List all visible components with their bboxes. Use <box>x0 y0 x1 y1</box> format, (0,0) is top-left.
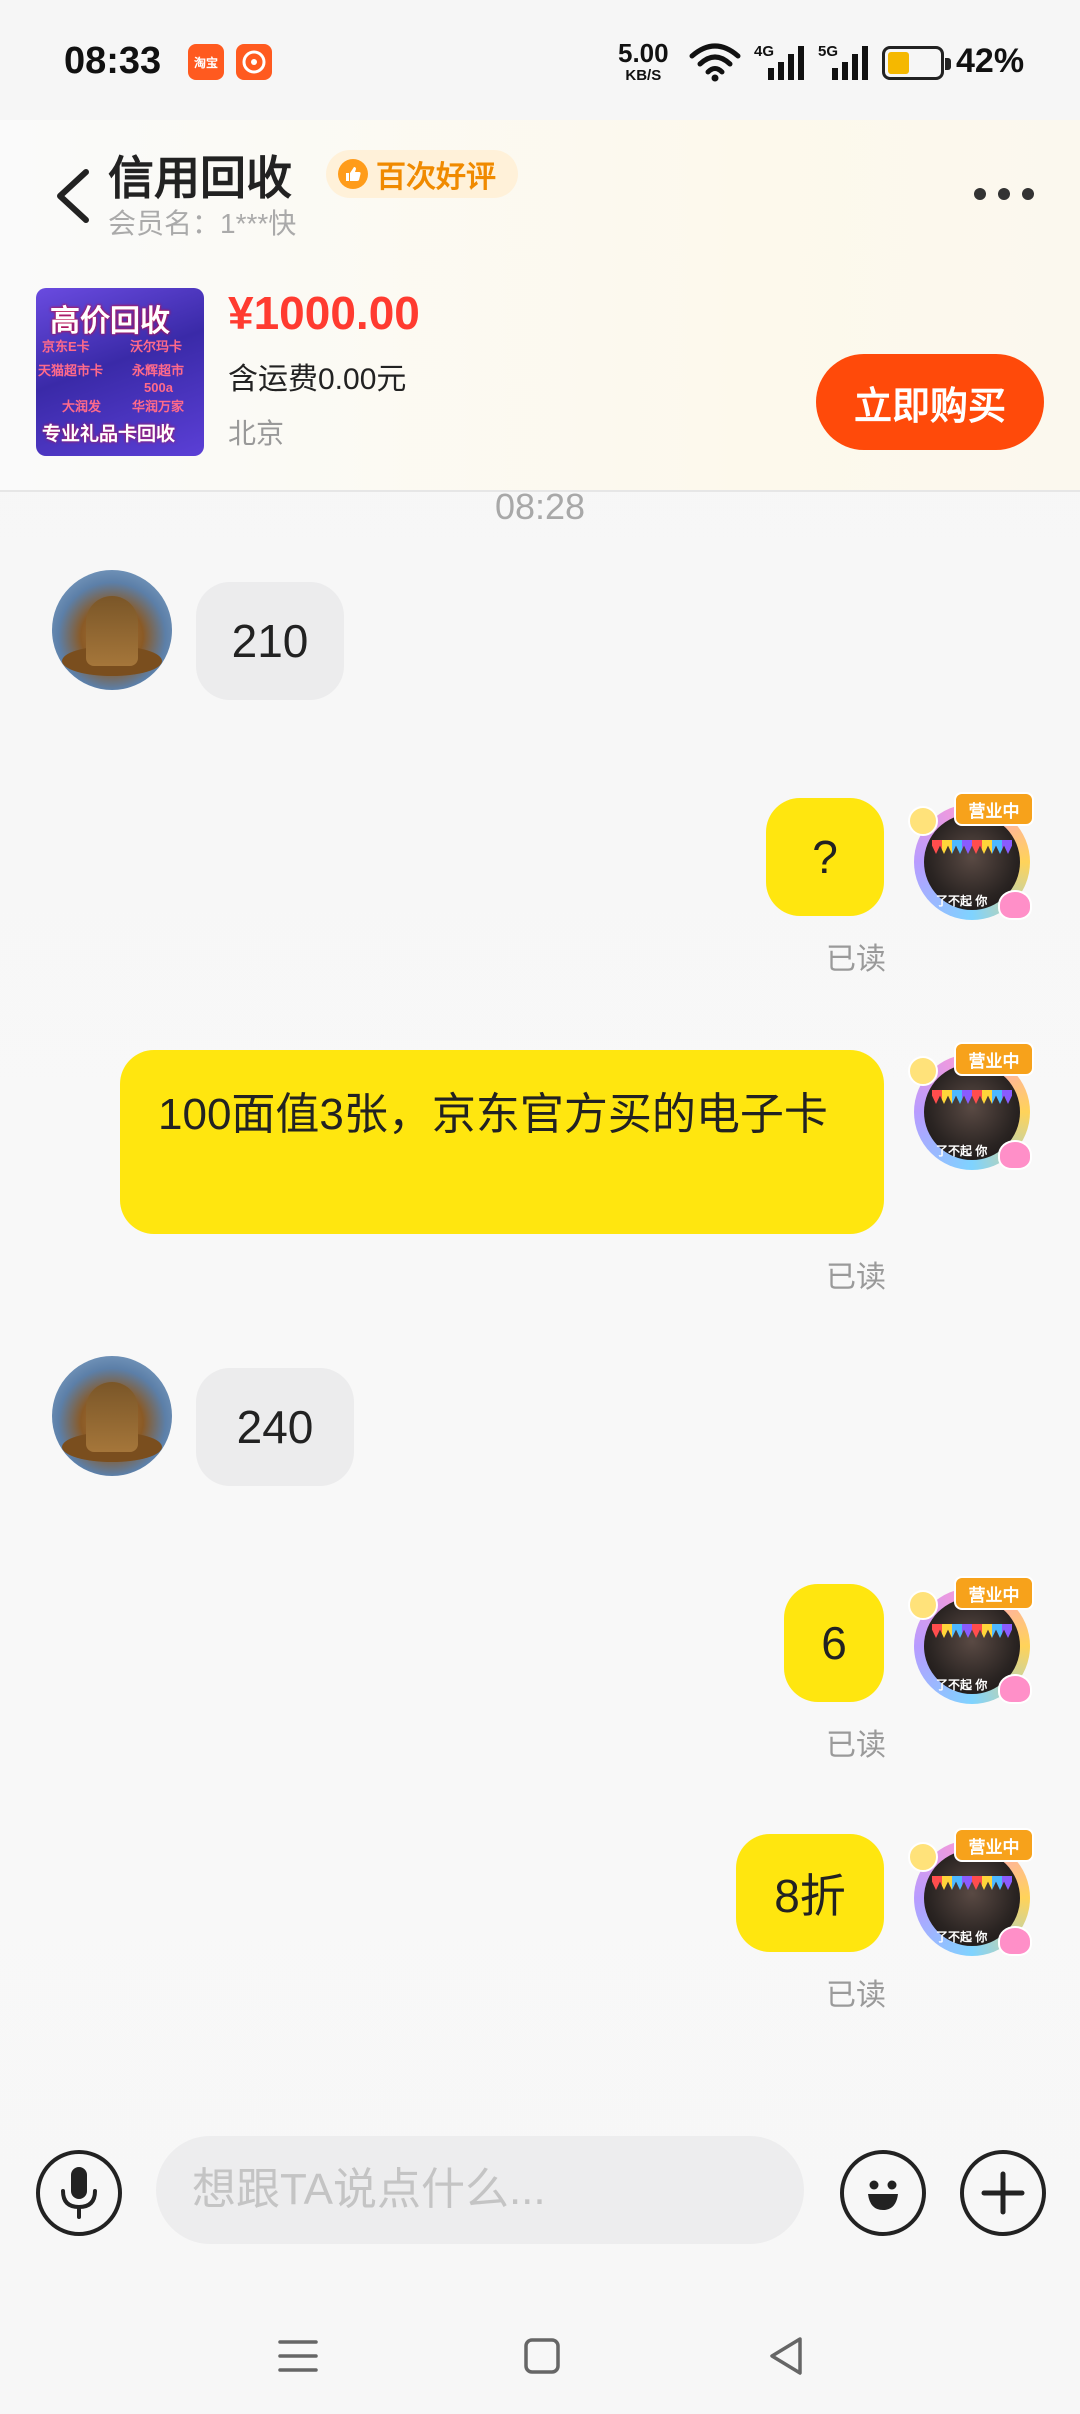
message-bubble-sent[interactable]: 6 <box>784 1584 884 1702</box>
thumb-headline: 高价回收 <box>50 305 170 338</box>
menu-icon <box>278 2340 318 2372</box>
dot-icon <box>998 188 1010 200</box>
system-navigation-bar <box>0 2300 1080 2414</box>
thumb-tag: 大润发 <box>62 399 102 414</box>
wifi-icon <box>689 43 741 82</box>
thumb-tag: 京东E卡 <box>42 339 90 354</box>
message-bubble-received[interactable]: 240 <box>196 1368 354 1486</box>
product-price: ¥1000.00 <box>228 287 420 339</box>
taobao-redpacket-app-icon <box>236 44 272 80</box>
rating-badge[interactable]: 百次好评 <box>326 150 518 198</box>
home-button[interactable] <box>512 2328 572 2384</box>
message-bubble-received[interactable]: 210 <box>196 582 344 700</box>
chat-header: 信用回收 百次好评 会员名：1***快 高价回收 京东E卡 沃尔玛卡 天猫超市卡… <box>0 120 1080 492</box>
read-receipt: 已读 <box>826 943 886 976</box>
buy-now-button[interactable]: 立即购买 <box>816 354 1044 450</box>
product-thumbnail[interactable]: 高价回收 京东E卡 沃尔玛卡 天猫超市卡 永辉超市 500a 大润发 华润万家 … <box>36 288 204 456</box>
message-input[interactable] <box>156 2136 804 2244</box>
square-icon <box>524 2338 560 2374</box>
back-button[interactable] <box>48 160 104 230</box>
network-speed: 5.00 KB/S <box>618 38 669 84</box>
read-receipt: 已读 <box>826 1261 886 1294</box>
dot-icon <box>1022 188 1034 200</box>
status-bar: 08:33 淘宝 5.00 KB/S 4G 5G 42% <box>0 0 1080 120</box>
thumb-tag: 华润万家 <box>132 399 185 414</box>
add-attachment-button[interactable] <box>960 2150 1046 2236</box>
chat-timestamp: 08:28 <box>494 486 586 527</box>
signal-5g-icon: 5G <box>818 43 868 80</box>
status-time: 08:33 <box>64 40 162 82</box>
plus-icon <box>981 2171 1025 2215</box>
battery-percent: 42% <box>956 42 1025 80</box>
smiley-icon <box>868 2180 898 2210</box>
my-avatar[interactable]: 营业中 了不起 你 <box>906 1826 1038 1966</box>
svg-text:5G: 5G <box>818 43 838 60</box>
thumb-tag: 永辉超市 <box>132 363 185 378</box>
seller-avatar[interactable] <box>52 1356 172 1476</box>
read-receipt: 已读 <box>826 1729 886 1762</box>
system-back-button[interactable] <box>756 2328 816 2384</box>
svg-text:4G: 4G <box>754 43 774 60</box>
message-input-bar <box>0 2114 1080 2264</box>
member-name: 会员名：1***快 <box>108 208 297 239</box>
microphone-icon <box>61 2167 97 2219</box>
read-receipt: 已读 <box>826 1979 886 2012</box>
my-avatar[interactable]: 营业中 了不起 你 <box>906 1574 1038 1714</box>
my-avatar[interactable]: 营业中 了不起 你 <box>906 1040 1038 1180</box>
product-shipping: 含运费0.00元 <box>228 363 407 396</box>
more-options-button[interactable] <box>964 172 1044 216</box>
message-bubble-sent[interactable]: 100面值3张，京东官方买的电子卡 <box>120 1050 884 1234</box>
battery-icon <box>882 46 951 80</box>
triangle-back-icon <box>770 2337 802 2375</box>
message-bubble-sent[interactable]: 8折 <box>736 1834 884 1952</box>
thumbs-up-icon <box>338 159 368 189</box>
seller-name[interactable]: 信用回收 <box>108 142 292 208</box>
thumb-tag: 500a <box>144 380 173 395</box>
signal-4g-icon: 4G <box>754 43 804 80</box>
dot-icon <box>974 188 986 200</box>
thumb-footer: 专业礼品卡回收 <box>42 424 176 445</box>
taobao-app-icon: 淘宝 <box>188 44 224 80</box>
thumb-tag: 沃尔玛卡 <box>130 339 183 354</box>
thumb-tag: 天猫超市卡 <box>38 363 104 378</box>
chevron-left-icon <box>57 169 89 223</box>
my-avatar[interactable]: 营业中 了不起 你 <box>906 790 1038 930</box>
message-bubble-sent[interactable]: ? <box>766 798 884 916</box>
product-location: 北京 <box>228 418 285 449</box>
emoji-button[interactable] <box>840 2150 926 2236</box>
seller-avatar[interactable] <box>52 570 172 690</box>
recent-apps-button[interactable] <box>268 2328 328 2384</box>
voice-button[interactable] <box>36 2150 122 2236</box>
